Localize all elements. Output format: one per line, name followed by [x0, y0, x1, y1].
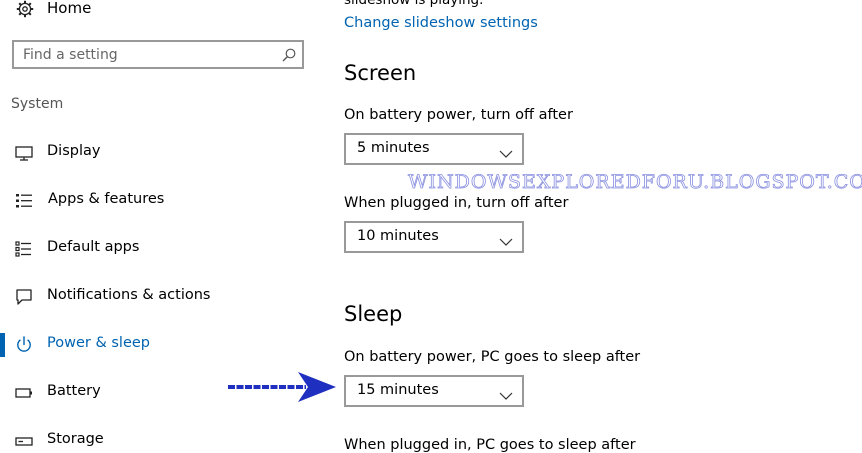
slideshow-text: slideshow is playing.	[344, 0, 484, 8]
sidebar-item-label: Battery	[47, 383, 101, 399]
sleep-heading: Sleep	[344, 302, 403, 326]
message-icon	[15, 288, 33, 306]
screen-heading: Screen	[344, 61, 417, 85]
chevron-down-icon	[499, 232, 513, 246]
active-indicator	[0, 333, 5, 357]
sidebar-item-notifications[interactable]: Notifications & actions	[0, 279, 320, 315]
monitor-icon	[15, 144, 33, 162]
default-apps-icon	[15, 240, 33, 258]
sidebar-item-display[interactable]: Display	[0, 135, 320, 171]
sidebar-item-label: Notifications & actions	[47, 287, 211, 303]
home-nav-item[interactable]: Home	[16, 0, 91, 20]
home-label: Home	[47, 0, 92, 17]
gear-icon	[16, 0, 34, 18]
sidebar-item-storage[interactable]: Storage	[0, 423, 320, 453]
sidebar-item-apps-features[interactable]: Apps & features	[0, 183, 320, 219]
screen-battery-dropdown[interactable]: 5 minutes	[344, 133, 524, 165]
sidebar-item-power-sleep[interactable]: Power & sleep	[0, 327, 320, 363]
screen-battery-label: On battery power, turn off after	[344, 107, 573, 123]
settings-window: Home System Display	[0, 0, 862, 453]
sidebar-item-label: Apps & features	[48, 191, 165, 207]
list-icon	[15, 192, 33, 210]
screen-plugged-label: When plugged in, turn off after	[344, 195, 569, 211]
sidebar-item-label: Storage	[47, 431, 104, 447]
chevron-down-icon	[499, 144, 513, 158]
sidebar-item-label: Default apps	[47, 239, 140, 255]
dropdown-value: 15 minutes	[357, 382, 439, 398]
sleep-battery-label: On battery power, PC goes to sleep after	[344, 349, 641, 365]
sidebar-item-label: Display	[47, 143, 101, 159]
dropdown-value: 10 minutes	[357, 228, 439, 244]
sidebar-item-default-apps[interactable]: Default apps	[0, 231, 320, 267]
sidebar-item-label: Power & sleep	[47, 335, 150, 351]
search-icon[interactable]	[281, 47, 297, 63]
search-input[interactable]	[23, 45, 273, 65]
dropdown-value: 5 minutes	[357, 140, 430, 156]
sleep-battery-dropdown[interactable]: 15 minutes	[344, 375, 524, 407]
annotation-arrow-icon	[226, 369, 338, 405]
sleep-plugged-label: When plugged in, PC goes to sleep after	[344, 437, 636, 453]
change-slideshow-settings-link[interactable]: Change slideshow settings	[344, 15, 538, 31]
power-icon	[15, 336, 33, 354]
section-label-system: System	[11, 96, 64, 112]
storage-icon	[15, 432, 33, 450]
chevron-down-icon	[499, 386, 513, 400]
search-box[interactable]	[12, 40, 304, 69]
watermark: WINDOWSEXPLOREDFORU.BLOGSPOT.COM	[408, 171, 862, 194]
screen-plugged-dropdown[interactable]: 10 minutes	[344, 221, 524, 253]
battery-icon	[15, 384, 33, 402]
